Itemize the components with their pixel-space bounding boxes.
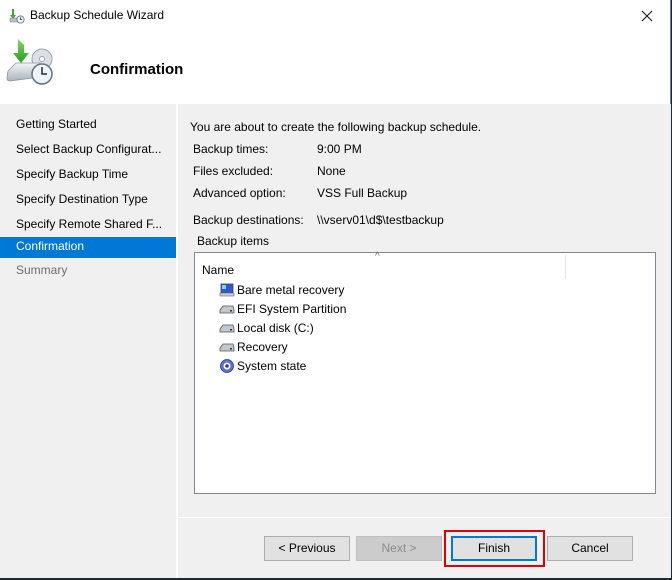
backup-items-label: Backup items <box>197 234 270 248</box>
drive-icon <box>219 302 235 316</box>
close-icon <box>641 10 653 21</box>
sidebar-item-specify-destination-type[interactable]: Specify Destination Type <box>0 187 176 212</box>
list-item[interactable]: Recovery <box>219 337 288 356</box>
backup-items-list[interactable]: Name ^ Bare metal recovery EFI System Pa… <box>194 251 656 494</box>
wizard-window: Backup Schedule Wizard Confirmation Gett… <box>0 0 671 578</box>
detail-label: Backup times: <box>193 142 269 156</box>
close-button[interactable] <box>624 0 670 31</box>
finish-highlight-box <box>444 530 545 567</box>
wizard-steps-sidebar: Getting Started Select Backup Configurat… <box>0 104 176 578</box>
list-item-label: Local disk (C:) <box>237 320 314 335</box>
sidebar-item-specify-remote-shared-folder[interactable]: Specify Remote Shared F... <box>0 212 176 237</box>
detail-value: None <box>317 164 346 178</box>
wizard-footer: < Previous Next > Finish Cancel <box>178 518 671 578</box>
detail-value: 9:00 PM <box>317 142 362 156</box>
sidebar-item-summary: Summary <box>16 263 68 277</box>
confirmation-panel: You are about to create the following ba… <box>178 104 671 517</box>
sidebar-item-confirmation[interactable]: Confirmation <box>0 237 176 258</box>
detail-label: Advanced option: <box>193 186 286 200</box>
cancel-button[interactable]: Cancel <box>547 536 633 561</box>
list-item[interactable]: Local disk (C:) <box>219 318 314 337</box>
detail-label: Files excluded: <box>193 164 274 178</box>
computer-icon <box>219 283 235 297</box>
drive-icon <box>219 340 235 354</box>
list-item-label: EFI System Partition <box>237 301 347 316</box>
wizard-header: Confirmation <box>0 31 670 102</box>
backup-schedule-icon <box>9 8 25 24</box>
detail-label: Backup destinations: <box>193 213 304 227</box>
detail-value: \\vserv01\d$\testbackup <box>317 213 444 227</box>
next-button: Next > <box>356 536 442 561</box>
list-item[interactable]: Bare metal recovery <box>219 280 344 299</box>
column-separator[interactable] <box>565 255 566 279</box>
intro-text: You are about to create the following ba… <box>190 120 482 134</box>
sidebar-item-specify-backup-time[interactable]: Specify Backup Time <box>0 162 176 187</box>
backup-wizard-icon <box>6 37 54 87</box>
list-item-label: Recovery <box>237 339 288 354</box>
window-title: Backup Schedule Wizard <box>30 8 165 22</box>
sidebar-item-getting-started[interactable]: Getting Started <box>0 112 176 137</box>
list-item-label: Bare metal recovery <box>237 282 345 297</box>
drive-icon <box>219 321 235 335</box>
system-state-icon <box>219 358 235 373</box>
sort-ascending-icon: ^ <box>375 251 380 262</box>
detail-value: VSS Full Backup <box>317 186 408 200</box>
sidebar-item-select-backup-configuration[interactable]: Select Backup Configurat... <box>0 137 176 162</box>
list-item-label: System state <box>237 358 307 373</box>
list-item[interactable]: EFI System Partition <box>219 299 346 318</box>
title-bar: Backup Schedule Wizard <box>0 0 670 31</box>
page-title: Confirmation <box>90 61 184 78</box>
column-header-name[interactable]: Name ^ <box>195 251 655 279</box>
list-item[interactable]: System state <box>219 356 306 375</box>
previous-button[interactable]: < Previous <box>264 536 350 561</box>
column-header-label: Name <box>202 263 235 277</box>
